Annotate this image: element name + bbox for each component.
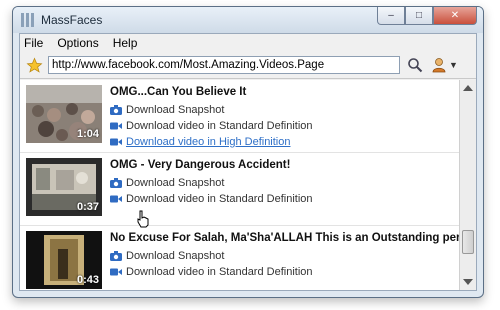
video-title: No Excuse For Salah, Ma'Sha'ALLAH This i… xyxy=(110,232,460,244)
minimize-button[interactable]: – xyxy=(377,7,405,25)
video-thumbnail[interactable]: 1:04 xyxy=(26,85,102,143)
download-sd-link[interactable]: Download video in Standard Definition xyxy=(110,265,313,279)
download-hd-link[interactable]: Download video in High Definition xyxy=(110,135,290,149)
video-item: 0:43 No Excuse For Salah, Ma'Sha'ALLAH T… xyxy=(20,226,460,290)
scroll-thumb[interactable] xyxy=(462,230,474,254)
maximize-button[interactable]: □ xyxy=(405,7,433,25)
video-camera-icon xyxy=(110,138,122,146)
download-sd-link[interactable]: Download video in Standard Definition xyxy=(110,192,313,206)
camera-icon xyxy=(110,251,122,261)
search-button[interactable] xyxy=(404,55,426,75)
title-bar[interactable]: MassFaces – □ ✕ xyxy=(13,7,483,33)
video-thumbnail[interactable]: 0:37 xyxy=(26,158,102,216)
video-camera-icon xyxy=(110,195,122,203)
video-title: OMG...Can You Believe It xyxy=(110,86,247,98)
video-title: OMG - Very Dangerous Accident! xyxy=(110,159,291,171)
app-window: MassFaces – □ ✕ File Options Help http:/… xyxy=(12,6,484,298)
video-camera-icon xyxy=(110,122,122,130)
video-thumbnail[interactable]: 0:43 xyxy=(26,231,102,289)
vertical-scrollbar[interactable] xyxy=(459,80,476,290)
user-menu-button[interactable]: ▼ xyxy=(430,55,460,75)
url-input[interactable] xyxy=(48,56,400,74)
camera-icon xyxy=(110,105,122,115)
menu-options[interactable]: Options xyxy=(57,36,98,50)
video-item: 0:37 OMG - Very Dangerous Accident! Down… xyxy=(20,153,460,226)
scroll-down-icon[interactable] xyxy=(463,279,473,285)
download-hd-label: Download video in High Definition xyxy=(126,136,291,148)
favorite-button[interactable] xyxy=(24,55,44,75)
dropdown-arrow-icon: ▼ xyxy=(449,60,458,70)
download-sd-label: Download video in Standard Definition xyxy=(126,193,313,205)
video-camera-icon xyxy=(110,268,122,276)
user-icon xyxy=(432,58,446,73)
menu-bar: File Options Help xyxy=(20,34,476,52)
scroll-up-icon[interactable] xyxy=(463,85,473,91)
video-list: 1:04 OMG...Can You Believe It Download S… xyxy=(20,80,460,290)
download-snapshot-label: Download Snapshot xyxy=(126,177,225,189)
video-duration: 0:43 xyxy=(76,274,99,286)
download-snapshot-label: Download Snapshot xyxy=(126,250,225,262)
menu-help[interactable]: Help xyxy=(113,36,138,50)
video-duration: 0:37 xyxy=(76,201,99,213)
video-item: 1:04 OMG...Can You Believe It Download S… xyxy=(20,80,460,153)
address-bar: ▼ xyxy=(20,52,476,79)
download-snapshot-link[interactable]: Download Snapshot xyxy=(110,103,224,117)
download-sd-link[interactable]: Download video in Standard Definition xyxy=(110,119,313,133)
camera-icon xyxy=(110,178,122,188)
video-duration: 1:04 xyxy=(76,128,99,140)
close-button[interactable]: ✕ xyxy=(433,7,477,25)
star-icon xyxy=(26,57,42,73)
download-snapshot-label: Download Snapshot xyxy=(126,104,225,116)
magnifier-icon xyxy=(408,58,423,73)
download-snapshot-link[interactable]: Download Snapshot xyxy=(110,176,224,190)
download-sd-label: Download video in Standard Definition xyxy=(126,266,313,278)
menu-file[interactable]: File xyxy=(24,36,43,50)
download-sd-label: Download video in Standard Definition xyxy=(126,120,313,132)
app-logo-icon xyxy=(21,13,35,27)
client-area: File Options Help http://www.facebook.co… xyxy=(19,33,477,291)
hand-cursor-icon xyxy=(137,210,149,228)
download-snapshot-link[interactable]: Download Snapshot xyxy=(110,249,224,263)
window-title: MassFaces xyxy=(41,13,103,27)
